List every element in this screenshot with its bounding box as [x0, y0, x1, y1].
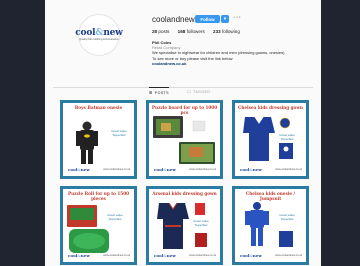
brand-logo: cool&new — [154, 253, 176, 258]
arsenal-gown-image — [157, 202, 207, 249]
brand-logo: cool&new — [68, 253, 90, 258]
value-badge: Great value Superfast — [279, 213, 295, 221]
batman-onesie-image — [76, 121, 98, 164]
avatar-logo: cool&new — [75, 28, 123, 38]
more-options-icon[interactable]: ··· — [233, 14, 242, 21]
profile-username: coolandnew — [152, 15, 195, 24]
chevron-down-icon: ▾ — [223, 16, 227, 22]
post-tile[interactable]: Chelsea kids dressing gown Great value S… — [232, 100, 309, 179]
posts-count: 28 posts — [152, 29, 170, 34]
profile-avatar[interactable]: cool&new Quality Kids Clothing & Accesso… — [75, 14, 123, 56]
brand-logo: cool&new — [68, 167, 90, 172]
tile-url: www.coolandnew.co.uk — [103, 254, 130, 257]
profile-bio: Phil Coles Retail Company We specialise … — [152, 40, 284, 66]
tag-icon: ☐ — [187, 89, 191, 94]
puzzle-board-image — [153, 116, 215, 164]
suggestions-dropdown-button[interactable]: ▾ — [221, 15, 229, 23]
following-count[interactable]: 233 following — [213, 29, 240, 34]
tile-url: www.coolandnew.co.uk — [275, 168, 302, 171]
tile-url: www.coolandnew.co.uk — [275, 254, 302, 257]
profile-stats: 28 posts 168 followers 233 following — [152, 29, 247, 34]
post-tile[interactable]: Chelsea kids onesie / Jumpsuit Great val… — [232, 186, 309, 265]
post-tile[interactable]: Boys Batman onesie Great value Superfast… — [60, 100, 137, 179]
value-badge: Great value Superfast — [111, 129, 127, 137]
post-tile[interactable]: Puzzle Roll for up to 1500 pieces Great … — [60, 186, 137, 265]
value-badge: Great value Superfast — [279, 133, 295, 141]
brand-logo: cool&new — [240, 253, 262, 258]
chelsea-onesie-image — [245, 202, 293, 247]
tile-url: www.coolandnew.co.uk — [189, 254, 216, 257]
post-tile[interactable]: Arsenal kids dressing gown Great value S… — [146, 186, 223, 265]
follow-button[interactable]: Follow — [195, 15, 220, 23]
bio-line-1: We specialise in nightwear for children … — [152, 50, 285, 56]
instagram-profile-page: cool&new Quality Kids Clothing & Accesso… — [45, 0, 321, 266]
tabs-divider — [53, 87, 313, 88]
puzzle-roll-image — [67, 205, 109, 253]
value-badge: Great value Superfast — [193, 219, 209, 227]
tile-url: www.coolandnew.co.uk — [189, 168, 216, 171]
grid-icon: ⊞ — [149, 90, 153, 95]
brand-logo: cool&new — [154, 167, 176, 172]
followers-count[interactable]: 168 followers — [178, 29, 205, 34]
value-badge: Great value Superfast — [107, 213, 123, 221]
avatar-logo-subtitle: Quality Kids Clothing & Accessories — [79, 38, 119, 41]
tab-tagged[interactable]: ☐ TAGGED — [187, 89, 210, 94]
brand-logo: cool&new — [240, 167, 262, 172]
bio-website-link[interactable]: coolandnew.co.uk — [152, 61, 284, 66]
tab-posts[interactable]: ⊞ POSTS — [149, 87, 169, 95]
post-tile[interactable]: Puzzle board for up to 1000 pcs cool&new… — [146, 100, 223, 179]
tile-url: www.coolandnew.co.uk — [103, 168, 130, 171]
chelsea-gown-image — [243, 116, 293, 161]
